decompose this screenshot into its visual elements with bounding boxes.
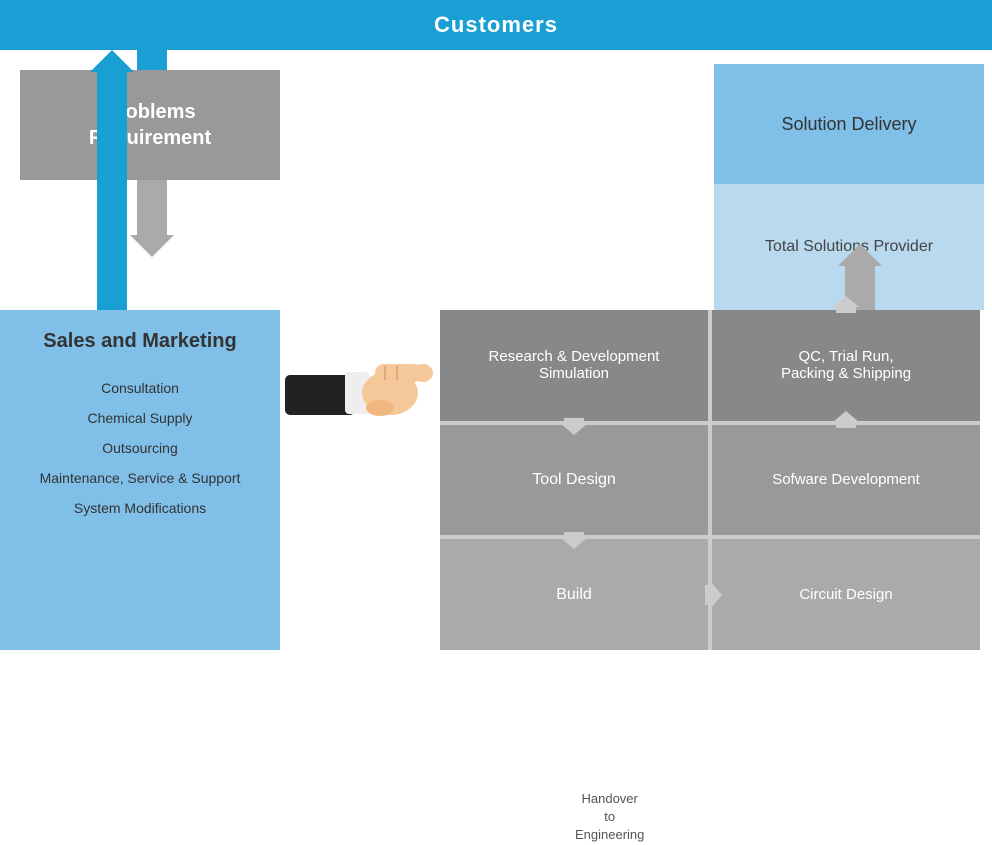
problems-requirement-box: ProblemsRequirement [20,70,280,180]
qc-trial-label: QC, Trial Run,Packing & Shipping [781,348,911,382]
build-cell: Build [440,539,708,650]
system-modifications-item: System Modifications [74,500,206,516]
arrow-head-up [90,50,134,72]
qc-trial-cell: QC, Trial Run,Packing & Shipping [712,310,980,421]
arrow-shaft [137,50,167,72]
sales-marketing-box: Sales and Marketing Consultation Chemica… [0,310,280,650]
rd-simulation-label: Research & DevelopmentSimulation [489,348,660,382]
arrow-shaft [842,28,878,50]
build-label: Build [556,586,592,604]
tool-design-cell: Tool Design [440,425,708,536]
up-arrow-software [833,411,859,428]
engineering-grid: Research & DevelopmentSimulation QC, Tri… [440,310,980,650]
handover-label-area: Handover to Engineering [280,340,440,460]
solution-delivery-label: Solution Delivery [781,114,916,135]
blue-up-arrow-left [90,50,134,332]
circuit-design-label: Circuit Design [799,586,892,603]
right-arrow-build [705,582,722,608]
chemical-supply-item: Chemical Supply [87,410,192,426]
down-arrow-rd [561,418,587,435]
arrow-head-up [838,244,882,266]
circuit-design-cell: Circuit Design [712,539,980,650]
solution-delivery-box: Solution Delivery [714,64,984,184]
arrow-shaft [137,180,167,235]
customers-label: Customers [434,12,558,38]
arrow-head-up [832,0,888,28]
software-dev-cell: Sofware Development [712,425,980,536]
down-arrow-tool [561,532,587,549]
software-dev-label: Sofware Development [772,471,920,488]
blue-up-arrow-right [832,0,888,50]
gray-down-arrow [130,180,174,257]
outsourcing-item: Outsourcing [102,440,177,456]
handover-label: Handover to Engineering [575,790,644,845]
tool-design-label: Tool Design [532,471,616,489]
arrow-head [130,235,174,257]
sales-title: Sales and Marketing [43,330,236,353]
arrow-shaft [97,72,127,332]
rd-simulation-cell: Research & DevelopmentSimulation [440,310,708,421]
up-arrow-qc [833,296,859,313]
consultation-item: Consultation [101,380,179,396]
maintenance-item: Maintenance, Service & Support [40,470,241,486]
